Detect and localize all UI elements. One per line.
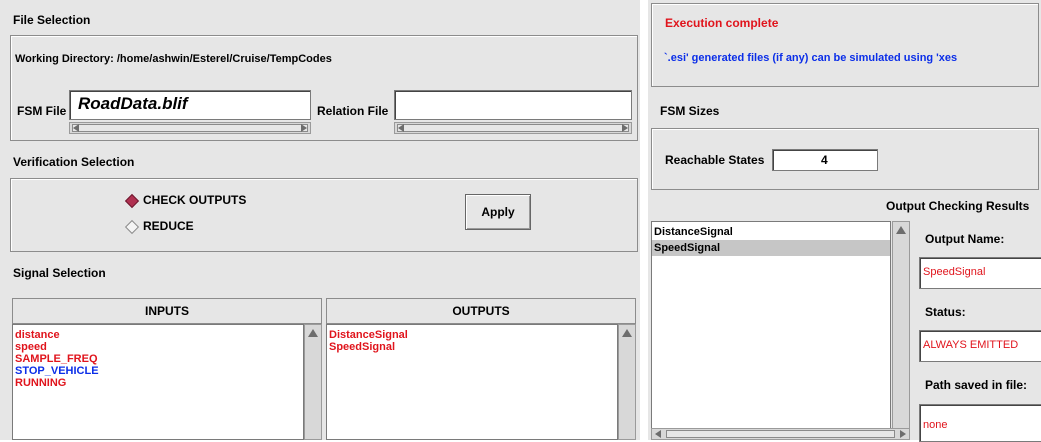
- inputs-vscroll[interactable]: [304, 324, 322, 440]
- output-checking-title: Output Checking Results: [886, 199, 1030, 213]
- outputs-list[interactable]: DistanceSignal SpeedSignal: [326, 324, 618, 440]
- scroll-right-icon[interactable]: [900, 430, 906, 438]
- scroll-left-icon[interactable]: [73, 124, 79, 132]
- radio-check-outputs-label: CHECK OUTPUTS: [143, 193, 247, 207]
- signal-selection-title: Signal Selection: [13, 266, 106, 280]
- path-saved-value: none: [923, 419, 948, 431]
- output-name-label: Output Name:: [925, 232, 1005, 246]
- relation-file-input[interactable]: [394, 90, 632, 120]
- output-list-vscroll[interactable]: [892, 221, 910, 429]
- outputs-header: OUTPUTS: [326, 298, 636, 324]
- path-saved-field: none: [919, 404, 1041, 442]
- relation-file-label: Relation File: [317, 104, 389, 118]
- outputs-vscroll[interactable]: [618, 324, 636, 440]
- scroll-up-icon[interactable]: [622, 329, 632, 337]
- relation-file-scrollbar[interactable]: [394, 122, 632, 134]
- radio-check-outputs[interactable]: CHECK OUTPUTS: [124, 193, 247, 209]
- verification-selection-title: Verification Selection: [13, 155, 135, 169]
- fsm-file-input[interactable]: RoadData.blif: [69, 90, 311, 120]
- scroll-up-icon[interactable]: [308, 329, 318, 337]
- radio-selected-icon[interactable]: [124, 193, 140, 209]
- output-list-scroll-thumb[interactable]: [666, 430, 895, 438]
- execution-status: Execution complete: [665, 16, 779, 30]
- working-directory-label: Working Directory:: [15, 53, 114, 65]
- path-saved-label: Path saved in file:: [925, 378, 1028, 392]
- fsm-file-scrollbar[interactable]: [69, 122, 311, 134]
- reachable-states-label: Reachable States: [665, 153, 765, 167]
- fsm-file-scroll-thumb[interactable]: [72, 124, 308, 132]
- working-directory-value: /home/ashwin/Esterel/Cruise/TempCodes: [116, 53, 332, 65]
- reachable-states-field: 4: [772, 149, 878, 171]
- input-signal-item[interactable]: STOP_VEHICLE: [13, 365, 303, 377]
- output-list-hscroll[interactable]: [651, 428, 910, 440]
- file-selection-group: Working Directory: /home/ashwin/Esterel/…: [10, 35, 638, 141]
- status-field: ALWAYS EMITTED: [919, 330, 1041, 362]
- fsm-file-value: RoadData.blif: [78, 94, 188, 113]
- scroll-right-icon[interactable]: [301, 124, 307, 132]
- output-signal-item[interactable]: DistanceSignal: [327, 329, 617, 341]
- inputs-header: INPUTS: [12, 298, 322, 324]
- output-result-item[interactable]: DistanceSignal: [652, 222, 890, 240]
- fsm-sizes-group: Reachable States 4: [651, 128, 1039, 190]
- verification-panel: File Selection Working Directory: /home/…: [0, 0, 640, 440]
- inputs-list[interactable]: distance speed SAMPLE_FREQ STOP_VEHICLE …: [12, 324, 304, 440]
- scroll-right-icon[interactable]: [622, 124, 628, 132]
- output-signal-item[interactable]: SpeedSignal: [327, 341, 617, 353]
- results-panel: Execution complete `.esi' generated file…: [648, 0, 1041, 442]
- apply-button[interactable]: Apply: [465, 194, 531, 230]
- file-selection-title: File Selection: [13, 13, 91, 27]
- reachable-states-value: 4: [821, 153, 828, 167]
- output-name-field: SpeedSignal: [919, 257, 1041, 289]
- fsm-file-label: FSM File: [17, 104, 67, 118]
- radio-reduce-label: REDUCE: [143, 219, 194, 233]
- output-name-value: SpeedSignal: [923, 266, 986, 278]
- radio-unselected-icon[interactable]: [124, 219, 140, 235]
- status-value: ALWAYS EMITTED: [923, 339, 1019, 351]
- input-signal-item[interactable]: speed: [13, 341, 303, 353]
- relation-file-scroll-thumb[interactable]: [397, 124, 629, 132]
- execution-message: `.esi' generated files (if any) can be s…: [664, 52, 958, 64]
- output-result-item-selected[interactable]: SpeedSignal: [652, 240, 890, 256]
- working-directory: Working Directory: /home/ashwin/Esterel/…: [15, 53, 332, 65]
- scroll-left-icon[interactable]: [655, 430, 661, 438]
- status-label: Status:: [925, 305, 966, 319]
- radio-reduce[interactable]: REDUCE: [124, 219, 194, 235]
- input-signal-item[interactable]: distance: [13, 329, 303, 341]
- scroll-up-icon[interactable]: [896, 226, 906, 234]
- execution-message-box: Execution complete `.esi' generated file…: [651, 3, 1039, 87]
- verification-group: CHECK OUTPUTS REDUCE Apply: [10, 178, 638, 252]
- scroll-left-icon[interactable]: [398, 124, 404, 132]
- output-signal-list[interactable]: DistanceSignal SpeedSignal: [651, 221, 891, 429]
- input-signal-item[interactable]: SAMPLE_FREQ: [13, 353, 303, 365]
- fsm-sizes-title: FSM Sizes: [660, 104, 720, 118]
- input-signal-item[interactable]: RUNNING: [13, 377, 303, 389]
